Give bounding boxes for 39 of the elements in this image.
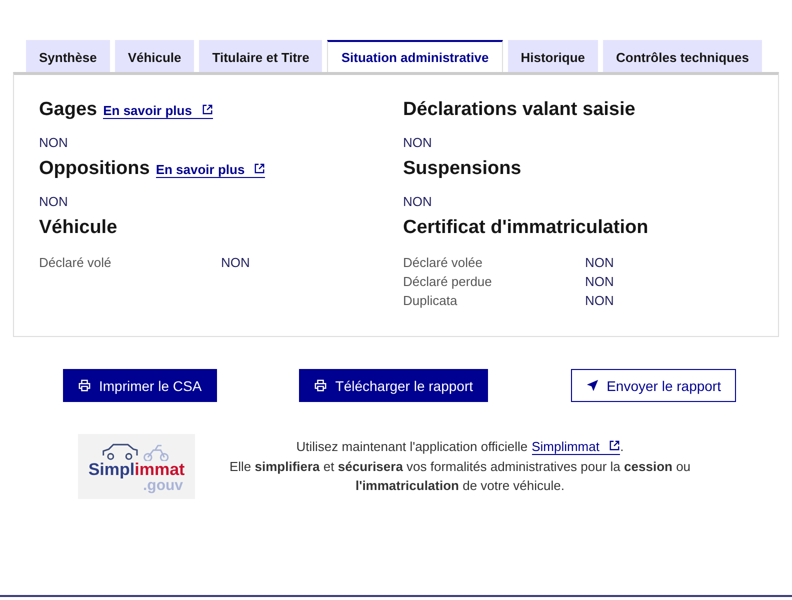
external-link-icon	[254, 163, 266, 174]
tab[interactable]: Situation administrative	[327, 40, 503, 72]
send-report-button[interactable]: Envoyer le rapport	[570, 369, 736, 402]
learn-more-link[interactable]: En savoir plus	[103, 103, 213, 119]
tab[interactable]: Véhicule	[114, 40, 194, 72]
print-button[interactable]: Télécharger le rapport	[299, 369, 488, 402]
status-value: NON	[39, 194, 69, 209]
section-title: Suspensions	[403, 158, 522, 180]
logo-wordmark: Simplimmat	[88, 460, 185, 478]
status-value: NON	[403, 135, 433, 150]
field-label: Duplicata	[403, 293, 458, 308]
section-title: Certificat d'immatriculation	[403, 217, 648, 239]
field-label: Déclaré volée	[403, 255, 484, 270]
status-value: NON	[585, 255, 614, 270]
learn-more-link[interactable]: En savoir plus	[156, 162, 266, 178]
external-link-icon	[609, 440, 620, 452]
status-value: NON	[39, 135, 69, 150]
status-value: NON	[585, 293, 614, 308]
send-arrow-icon	[586, 379, 599, 392]
field-label: Déclaré perdue	[403, 274, 493, 289]
promo-message: Utilisez maintenant l'application officielle Simplimmat . Elle simplifiera et sécurisera vos formalités administratives pour la cession ou l'immatriculation de votre véhicule.	[228, 438, 692, 496]
app-link[interactable]: Simplimmat	[532, 439, 620, 456]
external-link-icon	[202, 104, 213, 115]
logo-suffix: .gouv	[143, 478, 183, 492]
tab[interactable]: Contrôles techniques	[603, 40, 762, 72]
section-title: Oppositions	[39, 158, 150, 180]
tab[interactable]: Synthèse	[26, 40, 110, 72]
section-title: Véhicule	[39, 217, 118, 239]
field-label: Déclaré volé	[39, 255, 112, 270]
status-value: NON	[221, 255, 250, 270]
printer-icon	[78, 379, 91, 392]
tab[interactable]: Historique	[508, 40, 598, 72]
status-value: NON	[585, 274, 614, 289]
tab[interactable]: Titulaire et Titre	[199, 40, 322, 72]
print-button[interactable]: Imprimer le CSA	[63, 369, 217, 402]
status-value: NON	[403, 194, 433, 209]
printer-icon	[314, 379, 328, 392]
section-title: Déclarations valant saisie	[403, 99, 636, 121]
section-title: Gages	[39, 99, 98, 121]
